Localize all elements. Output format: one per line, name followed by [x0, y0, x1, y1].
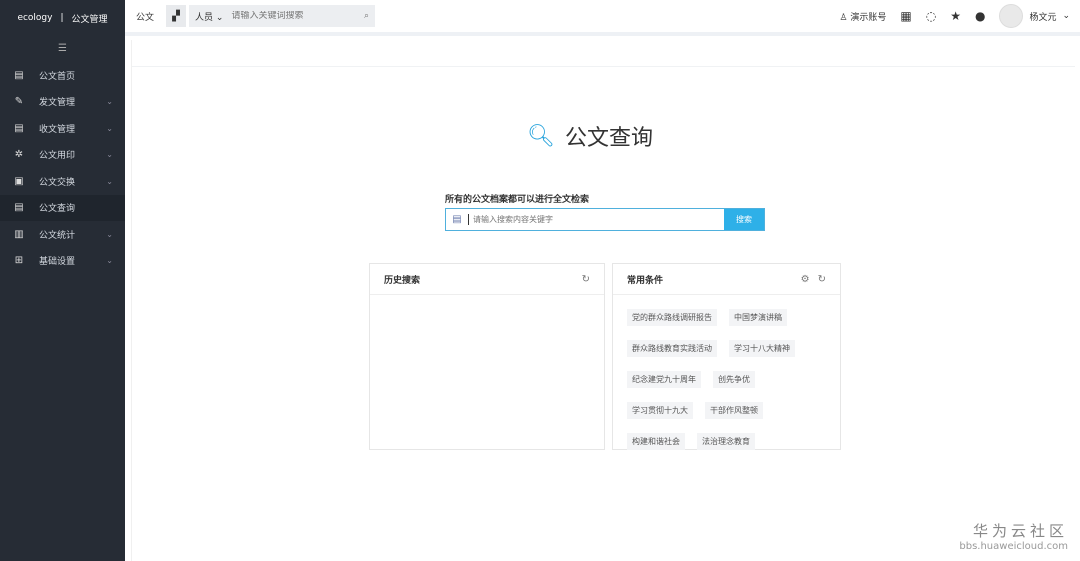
- headset-icon[interactable]: ◌: [926, 9, 936, 23]
- chevron-down-icon: ⌄: [106, 150, 113, 160]
- user-menu[interactable]: 杨文元 ⌄: [999, 4, 1070, 28]
- avatar: [999, 4, 1024, 28]
- chevron-down-icon: ⌄: [215, 12, 224, 23]
- search-icon: 🔍︎: [527, 123, 555, 149]
- account-switch[interactable]: ♙ 演示账号: [839, 10, 886, 23]
- settings-grid-icon: ⊞: [14, 255, 24, 267]
- module-name: 公文管理: [71, 14, 108, 25]
- sidebar-item-1[interactable]: ✎ 发文管理 ⌄: [0, 89, 125, 116]
- scope-label: 人员: [195, 12, 214, 23]
- edit-icon: ✎: [14, 96, 24, 108]
- condition-tag[interactable]: 中国梦演讲稿: [729, 309, 787, 326]
- search-icon[interactable]: ⌕: [364, 11, 369, 21]
- inbox-doc-icon: ▤: [14, 122, 24, 134]
- star-icon[interactable]: ★: [950, 9, 961, 23]
- sub-header: [132, 40, 1075, 67]
- refresh-icon[interactable]: ↻: [582, 274, 590, 285]
- condition-tag[interactable]: 构建和谐社会: [627, 433, 685, 450]
- topbar: 公文 ▞ 人员 ⌄ ⌕ ♙ 演示账号 ▦ ◌ ★ ● 杨文元 ⌄: [125, 0, 1080, 36]
- brand: ecology | 公文管理: [0, 0, 125, 36]
- sidebar-item-7[interactable]: ⊞ 基础设置 ⌄: [0, 248, 125, 275]
- query-icon: ▤: [14, 202, 24, 214]
- apps-icon[interactable]: ▞: [166, 5, 186, 27]
- seal-icon: ✲: [14, 149, 24, 161]
- document-icon: ▤: [14, 69, 24, 81]
- brand-divider: |: [60, 13, 64, 23]
- sidebar-item-label: 公文首页: [39, 71, 76, 82]
- condition-tag[interactable]: 学习十八大精神: [729, 340, 795, 357]
- chevron-down-icon: ⌄: [106, 256, 113, 266]
- history-search-card: 历史搜索 ↻: [369, 263, 605, 450]
- sidebar-item-5[interactable]: ▤ 公文查询: [0, 194, 125, 221]
- refresh-icon[interactable]: ↻: [818, 274, 826, 285]
- sidebar-item-label: 公文统计: [39, 230, 76, 241]
- grid-apps-icon[interactable]: ▦: [900, 9, 911, 23]
- fulltext-search-input[interactable]: [468, 214, 724, 225]
- gear-icon[interactable]: ⚙: [801, 274, 810, 285]
- fulltext-search: ▤ 搜索: [445, 208, 765, 231]
- watermark-name: 华为云社区: [972, 522, 1068, 540]
- common-conditions-card: 常用条件 ⚙ ↻ 党的群众路线调研报告 中国梦演讲稿 群众路线教育实践活动 学习十八大精…: [612, 263, 841, 450]
- sidebar-item-label: 基础设置: [39, 257, 76, 268]
- condition-tag[interactable]: 学习贯彻十九大: [627, 402, 693, 419]
- condition-tag[interactable]: 纪念建党九十周年: [627, 371, 701, 388]
- condition-tag[interactable]: 党的群众路线调研报告: [627, 309, 717, 326]
- card-title: 常用条件: [627, 275, 664, 286]
- scope-select[interactable]: 人员 ⌄: [195, 10, 223, 23]
- account-label: 演示账号: [850, 12, 887, 23]
- message-icon[interactable]: ●: [975, 9, 985, 23]
- condition-tag[interactable]: 创先争优: [713, 371, 755, 388]
- condition-tag[interactable]: 干部作风整顿: [705, 402, 763, 419]
- chevron-down-icon: ⌄: [106, 123, 113, 133]
- sidebar-item-label: 公文用印: [39, 151, 76, 162]
- user-name: 杨文元: [1029, 12, 1057, 23]
- chevron-down-icon: ⌄: [106, 176, 113, 186]
- sidebar-item-0[interactable]: ▤ 公文首页: [0, 62, 125, 89]
- sidebar: ecology | 公文管理 ☰ ▤ 公文首页 ✎ 发文管理 ⌄ ▤ 收文管理 ⌄ ✲ 公文用印 ⌄ ▣…: [0, 0, 125, 561]
- bar-chart-icon: ▥: [14, 228, 24, 240]
- condition-tag[interactable]: 群众路线教育实践活动: [627, 340, 717, 357]
- sidebar-item-2[interactable]: ▤ 收文管理 ⌄: [0, 115, 125, 142]
- page-title-text: 公文查询: [564, 126, 653, 151]
- condition-tag[interactable]: 法治理念教育: [697, 433, 755, 450]
- main-content: 🔍︎ 公文查询 所有的公文档案都可以进行全文检索 ▤ 搜索 历史搜索 ↻ 常用条…: [131, 40, 1075, 561]
- module-label: 公文: [136, 12, 155, 23]
- global-search: 人员 ⌄ ⌕: [189, 5, 375, 27]
- brand-logo: ecology: [17, 13, 53, 23]
- user-icon: ♙: [839, 12, 848, 23]
- sidebar-item-label: 公文交换: [39, 177, 76, 188]
- chevron-down-icon: ⌄: [106, 229, 113, 239]
- sidebar-item-3[interactable]: ✲ 公文用印 ⌄: [0, 142, 125, 169]
- sidebar-item-6[interactable]: ▥ 公文统计 ⌄: [0, 221, 125, 248]
- document-icon: ▤: [452, 214, 462, 225]
- search-hint: 所有的公文档案都可以进行全文检索: [445, 195, 590, 205]
- chevron-down-icon: ⌄: [106, 97, 113, 107]
- chevron-down-icon: ⌄: [1062, 11, 1070, 21]
- watermark-url: bbs.huaweicloud.com: [959, 541, 1068, 552]
- search-button[interactable]: 搜索: [724, 209, 764, 230]
- global-search-input[interactable]: [231, 11, 356, 21]
- exchange-icon: ▣: [14, 175, 24, 187]
- collapse-menu-icon[interactable]: ☰: [0, 36, 125, 62]
- sidebar-item-label: 公文查询: [39, 204, 76, 215]
- card-title: 历史搜索: [384, 275, 421, 286]
- sidebar-item-label: 发文管理: [39, 98, 76, 109]
- sidebar-item-label: 收文管理: [39, 124, 76, 135]
- watermark: 华为云社区 bbs.huaweicloud.com: [959, 520, 1068, 552]
- page-title: 🔍︎ 公文查询: [527, 120, 653, 152]
- sidebar-item-4[interactable]: ▣ 公文交换 ⌄: [0, 168, 125, 195]
